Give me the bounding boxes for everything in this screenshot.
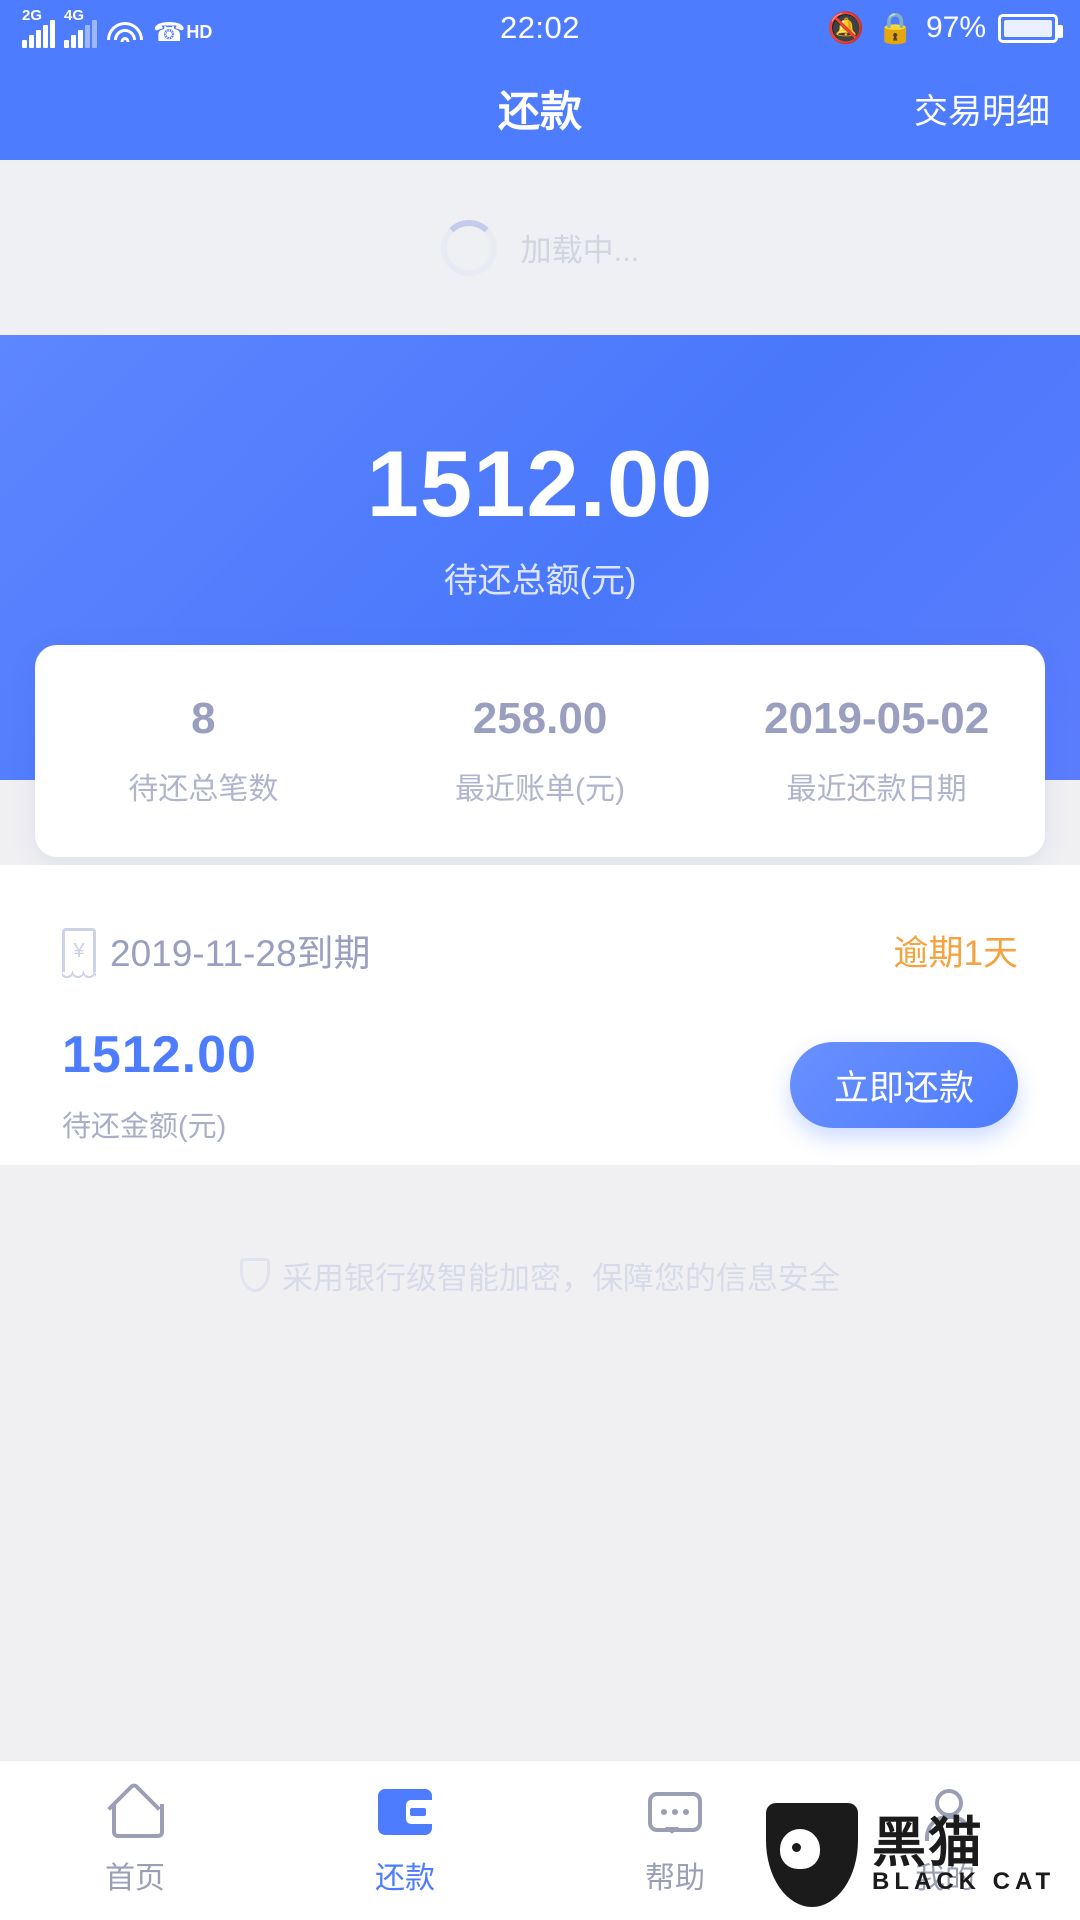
bill-amount-block: 1512.00 待还金额(元) (62, 1025, 257, 1145)
bill-amount: 1512.00 (62, 1026, 257, 1084)
signal-label-2: 4G (64, 7, 85, 24)
hd-call-icon: ☎ HD (153, 17, 212, 48)
stat-value: 8 (191, 694, 216, 743)
tab-home[interactable]: 首页 (0, 1761, 270, 1920)
stat-label: 待还总笔数 (128, 773, 279, 806)
stat-value: 2019-05-02 (764, 694, 990, 743)
signal-icon: 2G (22, 7, 55, 48)
bill-header-row: ¥ 2019-11-28到期 逾期1天 (62, 923, 1018, 981)
stat-item: 258.00 最近账单(元) (372, 645, 709, 857)
stat-value: 258.00 (472, 694, 608, 743)
watermark-cn: 黑猫 (872, 1813, 984, 1873)
receipt-icon: ¥ (62, 928, 96, 981)
help-icon (648, 1785, 702, 1839)
watermark-en: BLACK CAT (872, 1868, 1056, 1895)
bill-amount-label: 待还金额(元) (62, 1111, 227, 1143)
summary-card: 8 待还总笔数 258.00 最近账单(元) 2019-05-02 最近还款日期 (35, 645, 1045, 857)
bill-amount-row: 1512.00 待还金额(元) 立即还款 (62, 1025, 1018, 1145)
bill-due-date: 2019-11-28到期 (110, 933, 371, 974)
loading-text: 加载中... (520, 233, 640, 268)
battery-percent: 97% (925, 11, 986, 44)
battery-icon (998, 13, 1063, 43)
stat-label: 最近账单(元) (455, 773, 625, 806)
transaction-details-link[interactable]: 交易明细 (914, 84, 1050, 133)
bill-card[interactable]: ¥ 2019-11-28到期 逾期1天 1512.00 待还金额(元) 立即还款 (0, 865, 1080, 1165)
watermark-text: 黑猫 BLACK CAT (872, 1816, 1066, 1894)
shield-icon (240, 1258, 270, 1292)
stat-item: 8 待还总笔数 (35, 645, 372, 857)
watermark: 黑猫 BLACK CAT (766, 1796, 1066, 1914)
stat-item: 2019-05-02 最近还款日期 (708, 645, 1045, 857)
hd-label: HD (186, 22, 213, 42)
phone-glyph: ☎ (153, 17, 186, 47)
rotation-lock-icon: 🔒 (876, 11, 914, 45)
tab-help-label: 帮助 (645, 1861, 705, 1895)
total-due-label: 待还总额(元) (443, 562, 637, 600)
status-bar-left: 2G 4G ☎ HD (22, 7, 212, 48)
loading-strip: 加载中... (0, 160, 1080, 335)
mute-icon: 🔕 (827, 11, 865, 45)
wallet-icon (378, 1785, 432, 1839)
status-bar: 2G 4G ☎ HD 22:02 🔕 🔒 97% (0, 0, 1080, 56)
wifi-icon (106, 18, 144, 48)
nav-bar: 还款 交易明细 (0, 56, 1080, 160)
security-note-text: 采用银行级智能加密，保障您的信息安全 (282, 1260, 840, 1296)
overdue-badge: 逾期1天 (893, 933, 1018, 973)
home-icon (109, 1785, 164, 1839)
signal-label-1: 2G (22, 7, 43, 24)
tab-repayment-label: 还款 (375, 1861, 435, 1895)
security-note: 采用银行级智能加密，保障您的信息安全 (0, 1215, 1080, 1335)
tab-repayment[interactable]: 还款 (270, 1761, 540, 1920)
status-bar-right: 🔕 🔒 97% (827, 11, 1063, 46)
repay-now-button[interactable]: 立即还款 (790, 1042, 1018, 1128)
stat-label: 最近还款日期 (786, 773, 967, 806)
app-screen: 2G 4G ☎ HD 22:02 🔕 🔒 97% 还款 交易明细 加载中... … (0, 0, 1080, 1920)
tab-home-label: 首页 (105, 1861, 165, 1895)
loading-spinner-icon (440, 219, 497, 276)
black-cat-logo-icon (766, 1803, 858, 1907)
total-due-amount: 1512.00 (366, 431, 714, 536)
signal-icon-secondary: 4G (64, 7, 97, 48)
